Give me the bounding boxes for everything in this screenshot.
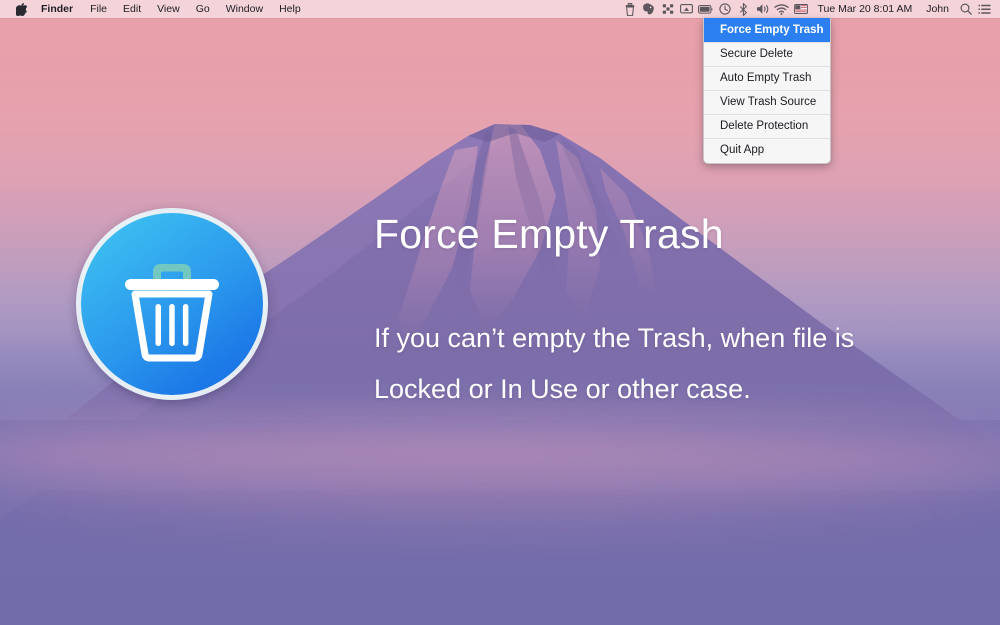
control-center-glyph — [978, 4, 991, 14]
magnifier-glyph — [959, 3, 972, 15]
menu-window[interactable]: Window — [218, 0, 271, 18]
input-source-flag-icon[interactable] — [791, 0, 810, 18]
volume-icon[interactable] — [753, 0, 772, 18]
menu-item-auto-empty-trash[interactable]: Auto Empty Trash — [704, 66, 830, 90]
menu-bar-left: Finder File Edit View Go Window Help — [0, 0, 309, 18]
menu-item-view-trash-source[interactable]: View Trash Source — [704, 90, 830, 114]
menu-edit[interactable]: Edit — [115, 0, 149, 18]
evernote-icon[interactable] — [639, 0, 658, 18]
menu-bar-user[interactable]: John — [919, 0, 956, 18]
macos-menu-bar: Finder File Edit View Go Window Help Tue… — [0, 0, 1000, 18]
menu-finder[interactable]: Finder — [35, 0, 82, 18]
menu-item-delete-protection[interactable]: Delete Protection — [704, 114, 830, 138]
menu-help[interactable]: Help — [271, 0, 309, 18]
wifi-icon[interactable] — [772, 0, 791, 18]
menu-item-quit-app[interactable]: Quit App — [704, 138, 830, 162]
search-icon[interactable] — [956, 0, 975, 18]
menu-file[interactable]: File — [82, 0, 115, 18]
bluetooth-glyph — [740, 2, 748, 16]
trash-app-dropdown-menu: Force Empty Trash Secure Delete Auto Emp… — [703, 18, 831, 164]
trash-can-app-icon — [76, 208, 268, 400]
wifi-glyph — [774, 3, 790, 15]
page-description: If you can’t empty the Trash, when file … — [374, 323, 855, 404]
trash-icon[interactable] — [620, 0, 639, 18]
clock-glyph — [719, 3, 731, 15]
menu-bar-datetime[interactable]: Tue Mar 20 8:01 AM — [810, 0, 919, 18]
airplay-glyph — [680, 3, 694, 13]
menu-item-force-empty-trash[interactable]: Force Empty Trash — [704, 18, 830, 42]
trash-glyph — [625, 2, 635, 16]
flag-glyph — [794, 4, 808, 14]
trash-can-glyph — [125, 264, 219, 362]
cloud-band — [0, 486, 1000, 542]
list-icon[interactable] — [975, 0, 994, 18]
battery-glyph — [698, 4, 714, 14]
dropbox-icon[interactable] — [658, 0, 677, 18]
airplay-icon[interactable] — [677, 0, 696, 18]
desktop-screen: Force Empty Trash If you can’t empty the… — [0, 0, 1000, 625]
elephant-glyph — [643, 3, 655, 15]
page-title: Force Empty Trash — [374, 211, 724, 257]
apple-logo-icon[interactable] — [7, 2, 35, 16]
grid-glyph — [662, 4, 674, 14]
apple-logo-glyph — [15, 2, 27, 16]
menu-item-secure-delete[interactable]: Secure Delete — [704, 42, 830, 66]
battery-icon[interactable] — [696, 0, 715, 18]
menu-view[interactable]: View — [149, 0, 188, 18]
speaker-glyph — [756, 4, 769, 14]
bluetooth-icon[interactable] — [734, 0, 753, 18]
menu-go[interactable]: Go — [188, 0, 218, 18]
menu-bar-status-area: Tue Mar 20 8:01 AM John — [620, 0, 1000, 18]
time-machine-icon[interactable] — [715, 0, 734, 18]
